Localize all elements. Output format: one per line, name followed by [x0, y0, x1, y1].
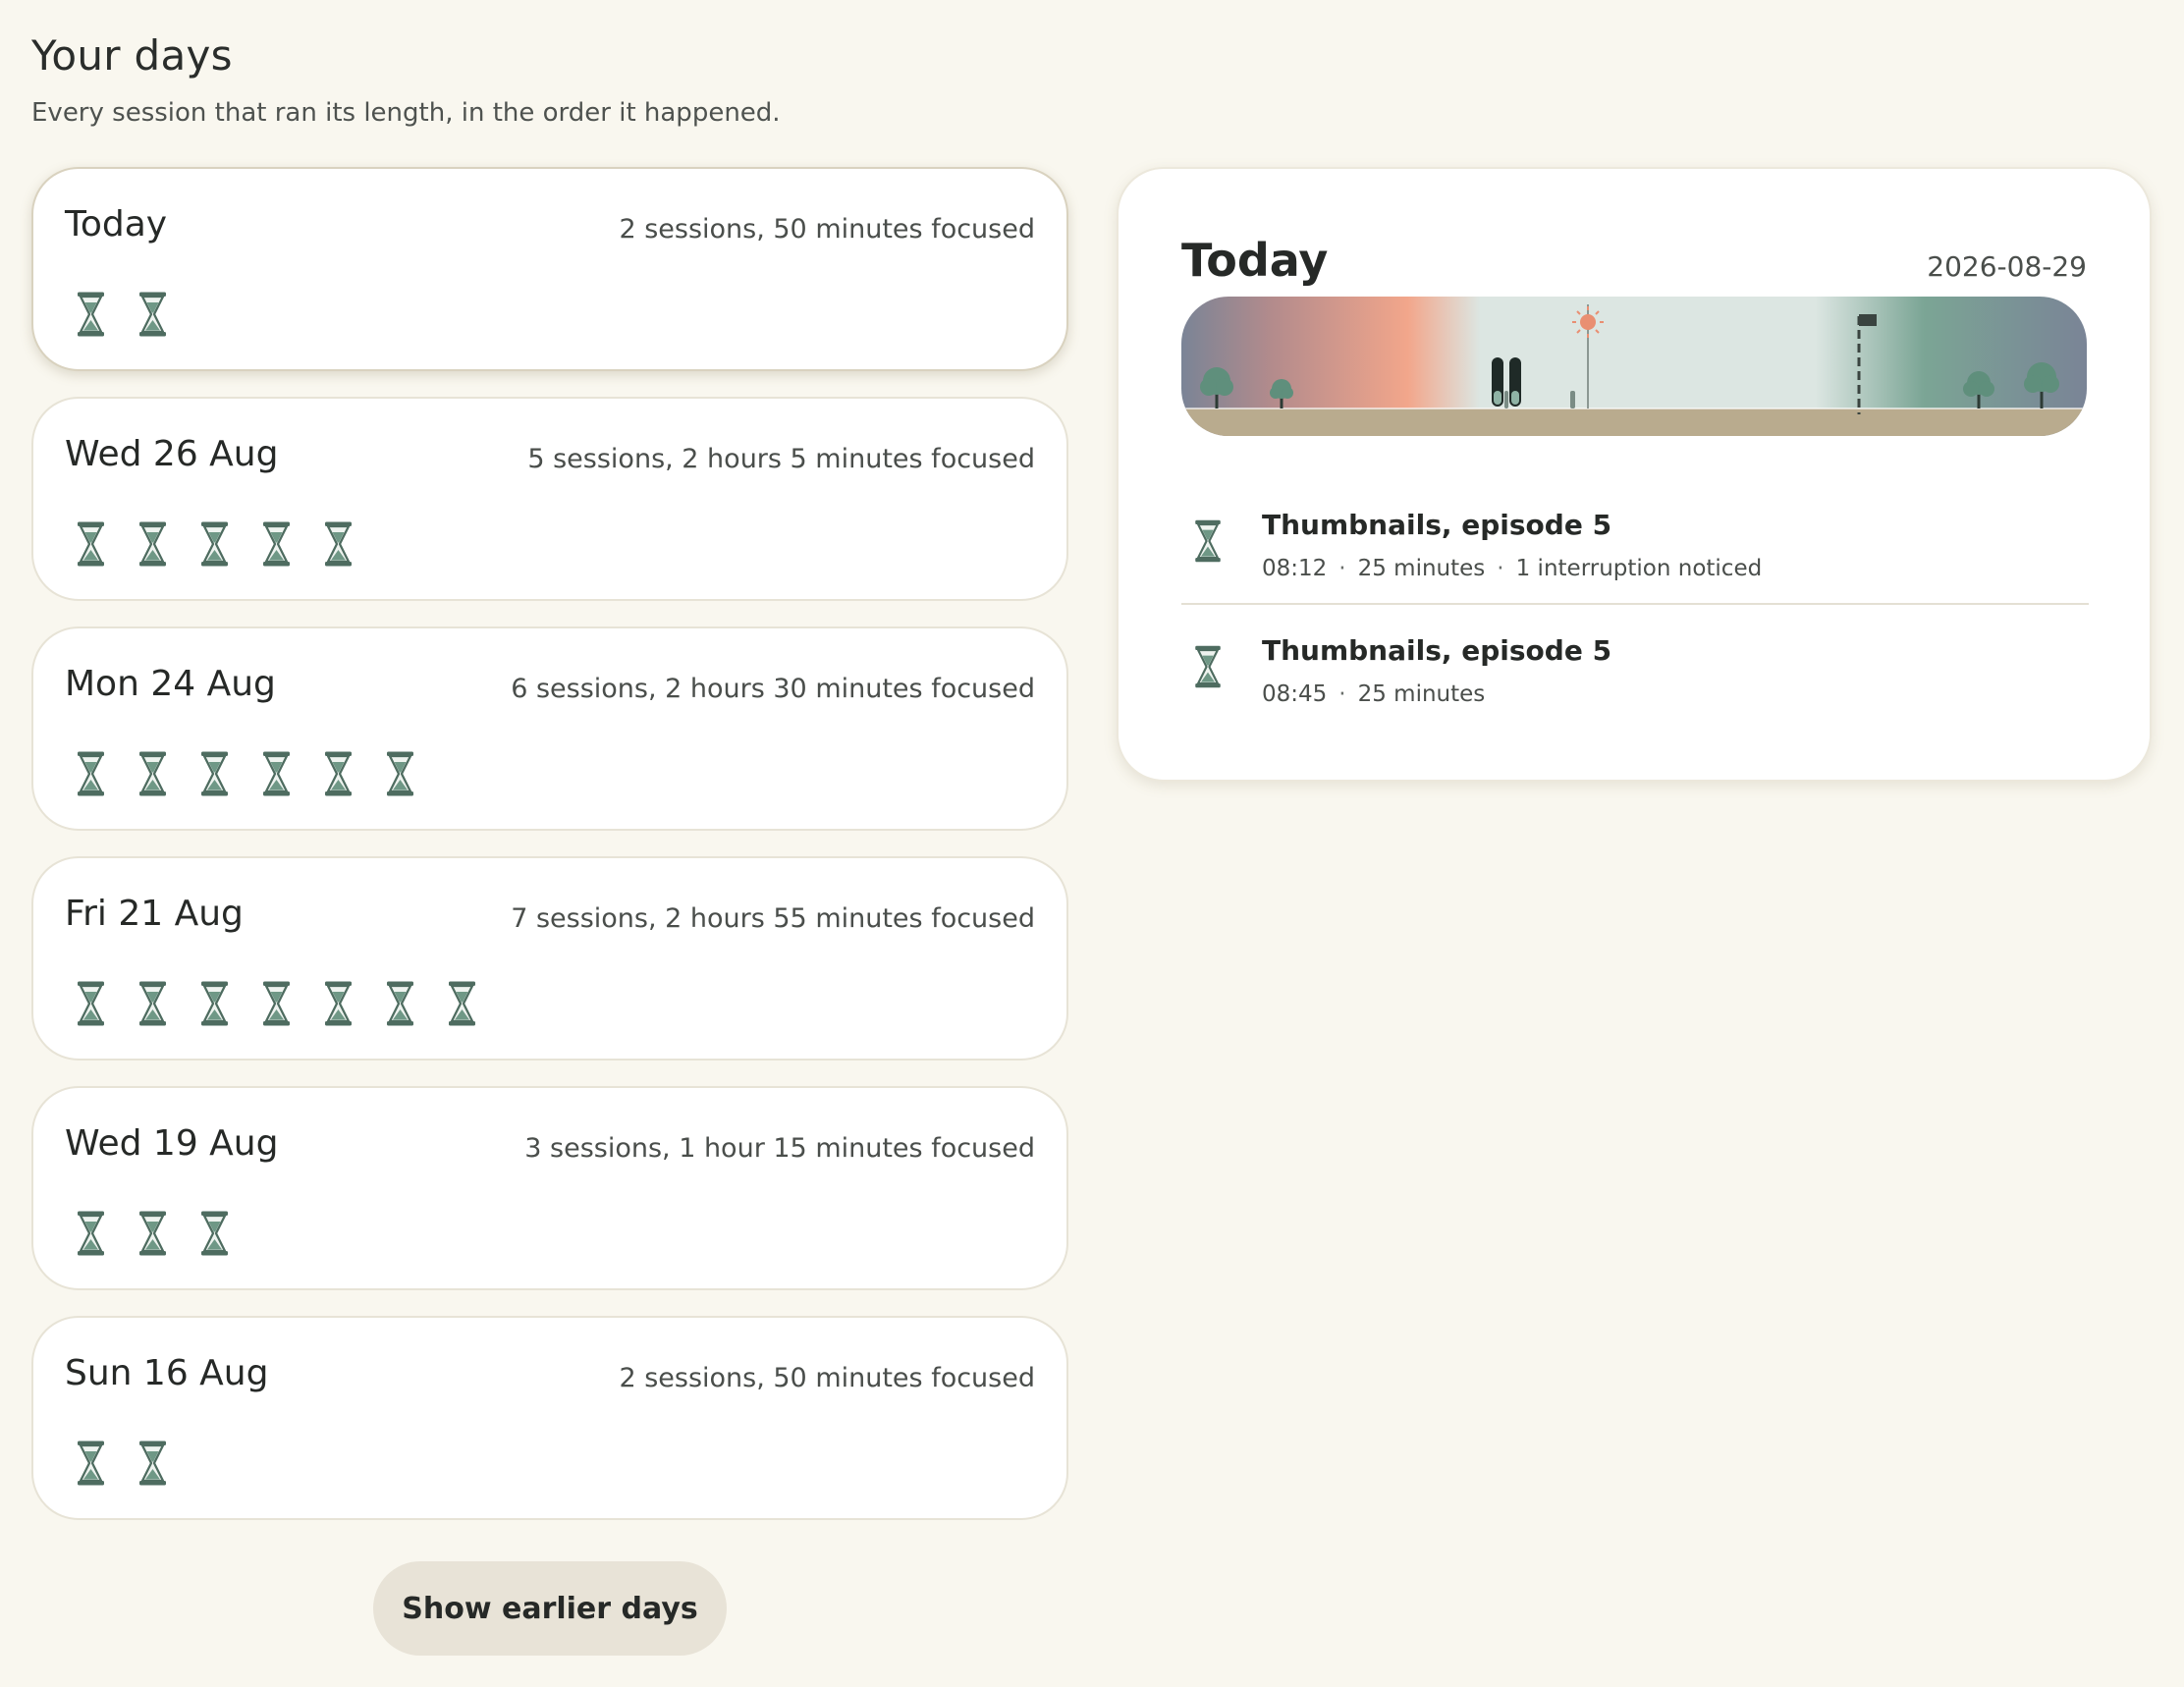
- hourglass-icon: [196, 1210, 233, 1257]
- session-start-time: 08:45: [1262, 681, 1328, 707]
- meta-separator: ·: [1338, 556, 1346, 581]
- hourglass-icon: [382, 750, 418, 797]
- day-summary: 7 sessions, 2 hours 55 minutes focused: [511, 903, 1035, 934]
- day-name: Wed 19 Aug: [65, 1123, 279, 1164]
- session-marker: [1492, 357, 1503, 407]
- hourglass-icon: [135, 980, 171, 1027]
- session-icons-row: [73, 1440, 171, 1487]
- page-subtitle: Every session that ran its length, in th…: [31, 98, 781, 128]
- hourglass-icon: [135, 291, 171, 338]
- hourglass-icon: [73, 291, 109, 338]
- day-name: Today: [65, 204, 168, 245]
- ground-band: [1181, 408, 2087, 436]
- session-row[interactable]: Thumbnails, episode 5 08:12 · 25 minutes · 1…: [1181, 479, 2089, 605]
- detail-date: 2026-08-29: [1927, 250, 2087, 283]
- day-card[interactable]: Wed 19 Aug 3 sessions, 1 hour 15 minutes …: [31, 1086, 1068, 1290]
- session-icons-row: [73, 980, 480, 1027]
- interruption-marker: [1504, 391, 1508, 408]
- hourglass-icon: [444, 980, 480, 1027]
- session-meta: 08:45 · 25 minutes: [1262, 681, 1485, 707]
- hourglass-icon: [258, 750, 295, 797]
- hourglass-icon: [135, 1210, 171, 1257]
- session-icons-row: [73, 1210, 233, 1257]
- hourglass-icon: [73, 1440, 109, 1487]
- day-name: Fri 21 Aug: [65, 894, 244, 934]
- page-title: Your days: [31, 31, 233, 80]
- day-summary: 2 sessions, 50 minutes focused: [619, 1363, 1035, 1393]
- session-title: Thumbnails, episode 5: [1262, 509, 1612, 541]
- day-card[interactable]: Sun 16 Aug 2 sessions, 50 minutes focused: [31, 1316, 1068, 1520]
- day-name: Mon 24 Aug: [65, 664, 276, 704]
- hourglass-icon: [135, 520, 171, 568]
- hourglass-icon: [196, 520, 233, 568]
- hourglass-icon: [73, 980, 109, 1027]
- hourglass-icon: [258, 520, 295, 568]
- hourglass-icon: [73, 750, 109, 797]
- hourglass-icon: [320, 980, 356, 1027]
- hourglass-icon: [320, 520, 356, 568]
- day-card[interactable]: Wed 26 Aug 5 sessions, 2 hours 5 minutes …: [31, 397, 1068, 601]
- day-summary: 2 sessions, 50 minutes focused: [619, 214, 1035, 245]
- meta-separator: ·: [1497, 556, 1504, 581]
- show-earlier-days-button[interactable]: Show earlier days: [373, 1561, 727, 1656]
- session-icons-row: [73, 750, 418, 797]
- interruption-marker: [1570, 391, 1575, 408]
- hourglass-icon: [196, 750, 233, 797]
- hourglass-icon: [73, 520, 109, 568]
- day-list: Today 2 sessions, 50 minutes focused Wed 2…: [31, 167, 1068, 1546]
- hourglass-icon: [320, 750, 356, 797]
- session-marker: [1509, 357, 1521, 407]
- session-row[interactable]: Thumbnails, episode 5 08:45 · 25 minutes: [1181, 605, 2089, 731]
- day-card[interactable]: Fri 21 Aug 7 sessions, 2 hours 55 minutes…: [31, 856, 1068, 1061]
- day-name: Wed 26 Aug: [65, 434, 279, 474]
- session-title: Thumbnails, episode 5: [1262, 634, 1612, 667]
- history-page: Your days Every session that ran its len…: [0, 0, 2184, 1687]
- day-summary: 5 sessions, 2 hours 5 minutes focused: [527, 444, 1035, 474]
- day-detail-panel: Today 2026-08-29 Thumbnails, episode 5 0…: [1117, 167, 2152, 782]
- day-name: Sun 16 Aug: [65, 1353, 269, 1393]
- session-note: 1 interruption noticed: [1515, 556, 1763, 581]
- hourglass-icon: [73, 1210, 109, 1257]
- meta-separator: ·: [1338, 681, 1346, 707]
- hourglass-icon: [258, 980, 295, 1027]
- session-start-time: 08:12: [1262, 556, 1328, 581]
- day-summary: 6 sessions, 2 hours 30 minutes focused: [511, 674, 1035, 704]
- hourglass-icon: [382, 980, 418, 1027]
- hourglass-icon: [135, 750, 171, 797]
- day-timeline-strip: [1181, 297, 2087, 436]
- session-meta: 08:12 · 25 minutes · 1 interruption noticed: [1262, 556, 1762, 581]
- detail-day-title: Today: [1181, 234, 1329, 287]
- session-icons-row: [73, 520, 356, 568]
- day-card[interactable]: Mon 24 Aug 6 sessions, 2 hours 30 minutes…: [31, 626, 1068, 831]
- session-duration: 25 minutes: [1357, 681, 1486, 707]
- session-icons-row: [73, 291, 171, 338]
- day-summary: 3 sessions, 1 hour 15 minutes focused: [524, 1133, 1035, 1164]
- hourglass-icon: [135, 1440, 171, 1487]
- hourglass-icon: [196, 980, 233, 1027]
- session-duration: 25 minutes: [1357, 556, 1486, 581]
- day-card[interactable]: Today 2 sessions, 50 minutes focused: [31, 167, 1068, 371]
